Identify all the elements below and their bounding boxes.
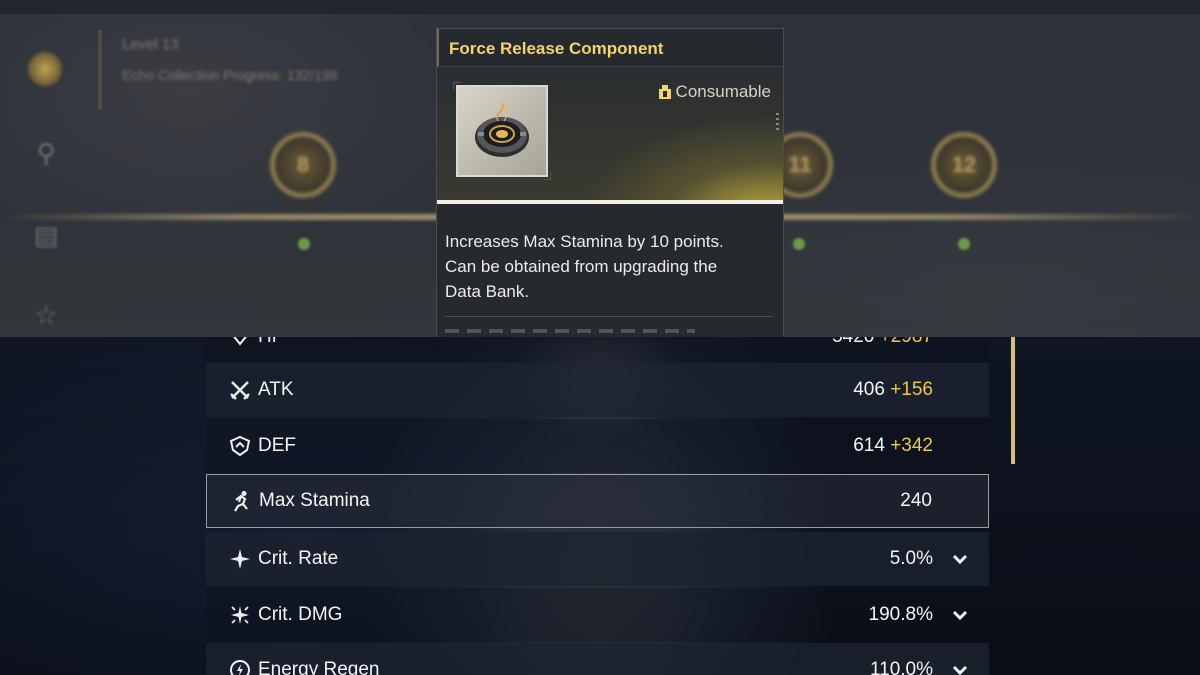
stats-list: HP 5420 +2987 ATK 406 +156 DEF 614 +342 … [206,337,990,675]
chevron-down-icon[interactable] [951,661,969,675]
stat-value: 5420 +2987 [832,337,933,348]
item-tooltip: Force Release Component Consumable Incre… [436,28,784,337]
stat-name: DEF [258,435,296,456]
chevron-down-icon[interactable] [951,606,969,624]
star-icon: ☆ [34,301,58,331]
stat-bonus: +156 [890,379,933,400]
stat-value: 5.0% [890,548,933,570]
progress-dot [298,238,310,250]
progress-dot [793,238,805,250]
tooltip-more-text [445,329,695,333]
stat-base: 240 [900,490,932,511]
medal-badge: 12 [931,132,997,198]
hp-icon [228,337,252,349]
item-frame [453,82,551,180]
header-divider [437,200,783,204]
force-release-component-icon [475,100,529,157]
sun-icon [28,52,62,86]
top-bar [0,0,1200,14]
chevron-down-icon[interactable] [951,550,969,568]
info-accent-bar [98,30,102,110]
stat-name: ATK [258,379,294,400]
stat-base: 190.8% [868,604,933,625]
stat-row-crit-dmg[interactable]: Crit. DMG 190.8% [206,588,989,642]
crit-dmg-icon [228,603,252,627]
stat-row-max-stamina[interactable]: Max Stamina 240 [206,474,989,528]
stat-value: 614 +342 [853,435,933,457]
consumable-icon [658,85,671,99]
stat-row-def[interactable]: DEF 614 +342 [206,419,989,473]
stat-base: 110.0% [869,659,933,675]
stat-bonus: +342 [890,435,933,456]
atk-icon [228,378,252,402]
stamina-icon [229,489,253,513]
stat-value: 406 +156 [853,379,933,401]
archive-icon: ▤ [33,221,59,251]
stat-name: Max Stamina [259,490,370,511]
stat-base: 5.0% [889,548,933,569]
type-tag: Consumable [658,82,771,102]
stat-base: 5420 [832,337,874,347]
stat-name: Crit. DMG [258,604,343,625]
stat-name: Energy Regen [258,659,380,675]
tooltip-description: Increases Max Stamina by 10 points. Can … [437,204,783,304]
stat-base: 406 [853,379,885,400]
crit-rate-icon [228,547,252,571]
scroll-ticks [776,113,779,133]
description-line: Can be obtained from upgrading the [445,257,718,276]
medal-badge: 8 [270,132,336,198]
stat-name: HP [258,337,832,348]
stat-value: 190.8% [869,604,933,626]
stat-row-hp[interactable]: HP 5420 +2987 [206,337,989,364]
frame-corner [543,172,551,180]
level-text: Level 13 [122,36,179,53]
stat-row-atk[interactable]: ATK 406 +156 [206,363,989,417]
tooltip-title: Force Release Component [437,29,783,67]
energy-regen-icon [228,658,252,675]
stat-name: Crit. Rate [258,548,339,569]
description-line: Data Bank. [445,282,530,301]
stats-scrollbar[interactable] [1011,337,1015,464]
tooltip-header: Consumable [437,67,783,204]
stat-base: 614 [853,435,885,456]
description-line: Increases Max Stamina by 10 points. [445,232,724,251]
progress-dot [958,238,970,250]
stat-row-crit-rate[interactable]: Crit. Rate 5.0% [206,532,989,586]
stat-value: 240 [900,490,932,512]
stat-row-energy-regen[interactable]: Energy Regen 110.0% [206,643,989,675]
level-info: Level 13 Echo Collection Progress: 132/1… [122,36,338,83]
progress-text: Echo Collection Progress: 132/198 [122,67,338,83]
stat-value: 110.0% [870,659,933,675]
type-label: Consumable [675,82,771,101]
tooltip-separator [445,316,773,317]
stat-bonus: +2987 [880,337,933,347]
def-icon [228,434,252,458]
pin-icon: ⚲ [36,139,56,169]
frame-corner [453,82,461,90]
